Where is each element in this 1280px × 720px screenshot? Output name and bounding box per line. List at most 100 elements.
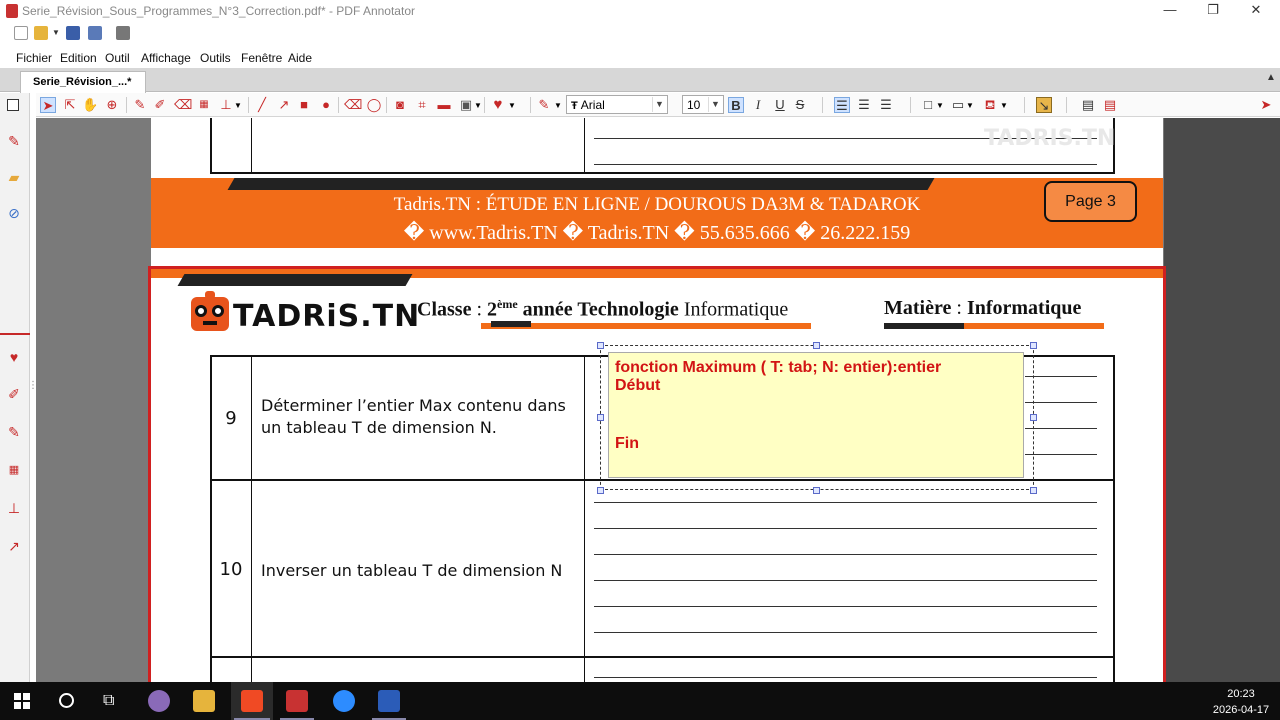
pen-tool-icon[interactable]: ✎	[132, 97, 148, 113]
pdf-annotator-taskbar-icon[interactable]	[286, 690, 308, 712]
line-tool-icon[interactable]: ╱	[254, 97, 270, 113]
text-select-icon[interactable]: ⇱	[62, 97, 78, 113]
zoom-icon[interactable]: ⊕	[104, 97, 120, 113]
arrow-tool-icon[interactable]: ↗	[276, 97, 292, 113]
align-center-icon[interactable]: ☰	[856, 97, 872, 113]
rectangle-tool-icon[interactable]: ■	[296, 97, 312, 113]
fill-dropdown-arrow-icon[interactable]: ▼	[966, 101, 974, 110]
table-border	[251, 118, 252, 174]
save-as-icon[interactable]	[88, 26, 102, 40]
resize-handle[interactable]	[813, 342, 820, 349]
highlight-color-icon[interactable]: ↘	[1036, 97, 1052, 113]
resize-handle[interactable]	[1030, 414, 1037, 421]
search-icon[interactable]	[59, 693, 74, 708]
resize-handle[interactable]	[597, 414, 604, 421]
favorites-heart-icon[interactable]: ♥	[490, 97, 506, 113]
classe-informatique: Informatique	[678, 298, 789, 321]
align-left-icon[interactable]: ☰	[834, 97, 850, 113]
menu-fenetre[interactable]: Fenêtre	[241, 51, 282, 65]
resize-handle[interactable]	[1030, 487, 1037, 494]
select-tool-icon[interactable]: ➤	[40, 97, 56, 113]
stamp-dropdown-arrow-icon[interactable]: ▼	[234, 101, 242, 110]
lasso-icon[interactable]: ◯	[366, 97, 382, 113]
pen-icon[interactable]: ✎	[6, 133, 22, 149]
italic-button[interactable]: I	[750, 97, 766, 113]
menu-edition[interactable]: Edition	[60, 51, 97, 65]
word-app-icon[interactable]	[378, 690, 400, 712]
select-page-icon[interactable]	[7, 99, 19, 111]
system-clock[interactable]: 20:23 2026-04-17	[1208, 686, 1274, 718]
insert-dropdown-arrow-icon[interactable]: ▼	[474, 101, 482, 110]
border-box-icon[interactable]: □	[920, 97, 936, 113]
stamp-icon[interactable]: ⊥	[6, 500, 22, 516]
answer-line	[1025, 376, 1097, 377]
stamp-tool-icon[interactable]: ⊥	[218, 97, 234, 113]
chart-stamp-icon[interactable]: ▦	[6, 462, 22, 478]
close-button[interactable]: ✕	[1241, 2, 1271, 18]
chart-tool-icon[interactable]: ▦	[196, 97, 212, 113]
tab-scroll-up-icon[interactable]: ▲	[1266, 72, 1276, 83]
menu-fichier[interactable]: Fichier	[16, 51, 52, 65]
font-family-select[interactable]: Ŧ Arial ▼	[566, 95, 668, 114]
pointer-options-icon[interactable]: ➤	[1258, 97, 1274, 113]
ruler-icon[interactable]: ▬	[436, 97, 452, 113]
marker-icon[interactable]: ✐	[6, 386, 22, 402]
hand-tool-icon[interactable]: ✋	[82, 97, 98, 113]
text-box-icon[interactable]: ▤	[1080, 97, 1096, 113]
resize-handle[interactable]	[597, 342, 604, 349]
document-tab[interactable]: Serie_Révision_...*	[20, 71, 146, 93]
classe-superscript: ème	[497, 297, 518, 311]
menu-outils[interactable]: Outils	[200, 51, 231, 65]
windows-start-icon[interactable]	[14, 693, 30, 709]
font-size-dropdown-arrow-icon[interactable]: ▼	[708, 97, 722, 112]
eraser-tool-icon[interactable]: ⌫	[174, 97, 192, 113]
attachment-icon[interactable]: ⊘	[6, 205, 22, 221]
font-size-select[interactable]: 10 ▼	[682, 95, 724, 114]
strikethrough-button[interactable]: S	[792, 97, 808, 113]
open-folder-icon[interactable]	[34, 26, 48, 40]
bold-button[interactable]: B	[728, 97, 744, 113]
eraser-icon[interactable]: ⌫	[344, 97, 362, 113]
paint-app-icon[interactable]	[148, 690, 170, 712]
favorites-heart-icon[interactable]: ♥	[6, 349, 22, 365]
menu-affichage[interactable]: Affichage	[141, 51, 191, 65]
text-style-icon[interactable]: ▤	[1102, 97, 1118, 113]
footer-stripe	[227, 178, 935, 190]
camera-icon[interactable]: ◙	[392, 97, 408, 113]
arrow-icon[interactable]: ↗	[6, 538, 22, 554]
menu-aide[interactable]: Aide	[288, 51, 312, 65]
marker-tool-icon[interactable]: ✐	[152, 97, 168, 113]
bucket-dropdown-arrow-icon[interactable]: ▼	[1000, 101, 1008, 110]
print-icon[interactable]	[116, 26, 130, 40]
underline-button[interactable]: U	[772, 97, 788, 113]
file-explorer-icon[interactable]	[193, 690, 215, 712]
resize-handle[interactable]	[813, 487, 820, 494]
resize-handle[interactable]	[597, 487, 604, 494]
favorites-dropdown-arrow-icon[interactable]: ▼	[508, 101, 516, 110]
task-view-icon[interactable]: ⧉	[103, 692, 114, 710]
table-border	[1113, 355, 1115, 682]
align-right-icon[interactable]: ☰	[878, 97, 894, 113]
font-dropdown-arrow-icon[interactable]: ▼	[652, 97, 666, 112]
minimize-button[interactable]: —	[1155, 2, 1185, 17]
highlighter-icon[interactable]: ✎	[6, 424, 22, 440]
folder-icon[interactable]: ▰	[6, 169, 22, 185]
new-document-icon[interactable]	[14, 26, 28, 40]
border-dropdown-arrow-icon[interactable]: ▼	[936, 101, 944, 110]
fill-box-icon[interactable]: ▭	[950, 97, 966, 113]
crop-icon[interactable]: ⌗	[414, 97, 430, 113]
open-dropdown-arrow-icon[interactable]: ▼	[52, 28, 60, 37]
color-dropdown-arrow-icon[interactable]: ▼	[554, 101, 562, 110]
insert-image-icon[interactable]: ▣	[458, 97, 474, 113]
ellipse-tool-icon[interactable]: ●	[318, 97, 334, 113]
document-viewport[interactable]: TADRIS.TN Tadris.TN : ÉTUDE EN LIGNE / D…	[36, 118, 1280, 682]
text-annotation-box[interactable]: fonction Maximum ( T: tab; N: entier):en…	[608, 352, 1024, 478]
brave-browser-icon[interactable]	[241, 690, 263, 712]
zoom-app-icon[interactable]	[333, 690, 355, 712]
restore-button[interactable]: ❐	[1198, 2, 1228, 18]
menu-outil[interactable]: Outil	[105, 51, 130, 65]
resize-handle[interactable]	[1030, 342, 1037, 349]
fill-bucket-icon[interactable]: ⛾	[982, 97, 998, 113]
save-icon[interactable]	[66, 26, 80, 40]
color-pen-icon[interactable]: ✎	[536, 97, 552, 113]
